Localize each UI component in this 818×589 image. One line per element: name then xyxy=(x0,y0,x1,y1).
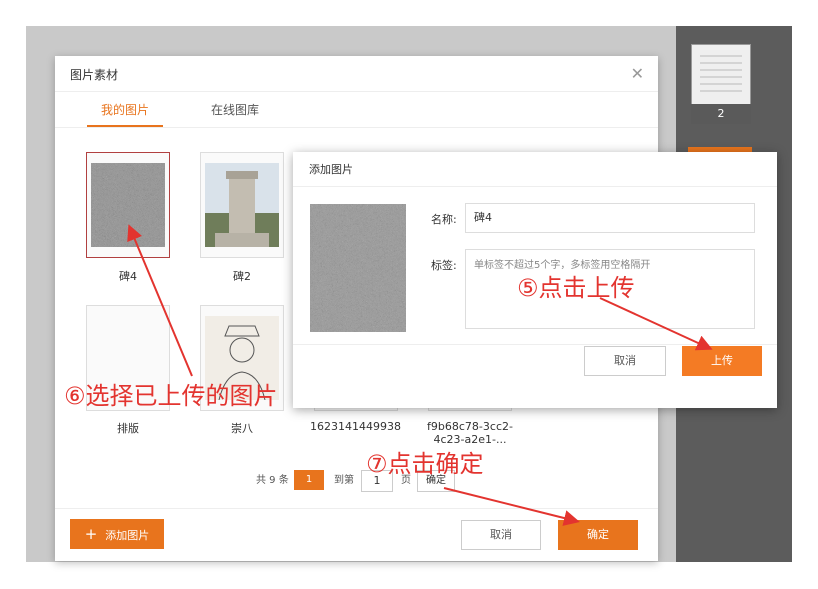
dialog-cancel-button[interactable]: 取消 xyxy=(584,346,666,376)
image-card-bei2[interactable] xyxy=(200,152,284,258)
image-card-label: 排版 xyxy=(117,422,139,435)
thumbnail-preview xyxy=(700,55,742,95)
annotation-step7: ⑦点击确定 xyxy=(366,450,484,478)
tags-label: 标签: xyxy=(431,259,457,272)
page-thumbnail-number: 2 xyxy=(691,104,751,124)
add-image-button[interactable]: + 添加图片 xyxy=(70,519,164,549)
name-input[interactable]: 碑4 xyxy=(465,203,755,233)
annotation-step5: ⑤点击上传 xyxy=(517,274,635,302)
pager-goto-label: 到第 xyxy=(334,475,354,486)
divider xyxy=(293,186,777,187)
tab-online-library[interactable]: 在线图库 xyxy=(211,101,259,118)
modal-title: 图片素材 xyxy=(70,68,119,82)
annotation-step6: ⑥选择已上传的图片 xyxy=(64,382,278,410)
image-card-label: 崇八 xyxy=(231,422,253,435)
stele-texture-image xyxy=(91,163,165,247)
image-card-label: f9b68c78-3cc2-4c23-a2e1-... xyxy=(427,420,513,446)
pager-page-1[interactable]: 1 xyxy=(294,470,324,490)
image-card-label: 碑4 xyxy=(119,270,137,283)
divider xyxy=(55,127,658,128)
divider xyxy=(55,508,658,509)
image-card-label: 碑2 xyxy=(233,270,251,283)
upload-button[interactable]: 上传 xyxy=(682,346,762,376)
divider xyxy=(55,91,658,92)
name-label: 名称: xyxy=(431,213,457,226)
cancel-button[interactable]: 取消 xyxy=(461,520,541,550)
image-card-label: 16231414499381 xyxy=(310,420,402,433)
plus-icon: + xyxy=(84,525,98,543)
dialog-title: 添加图片 xyxy=(309,163,353,176)
pager-total: 共 9 条 xyxy=(256,475,289,486)
tab-my-images[interactable]: 我的图片 xyxy=(101,101,149,118)
image-card-bei4[interactable] xyxy=(86,152,170,258)
divider xyxy=(293,344,777,345)
image-preview xyxy=(310,204,406,332)
add-image-label: 添加图片 xyxy=(105,529,150,542)
confirm-button[interactable]: 确定 xyxy=(558,520,638,550)
close-icon[interactable]: ✕ xyxy=(631,64,644,83)
stone-monument-image xyxy=(205,163,279,247)
